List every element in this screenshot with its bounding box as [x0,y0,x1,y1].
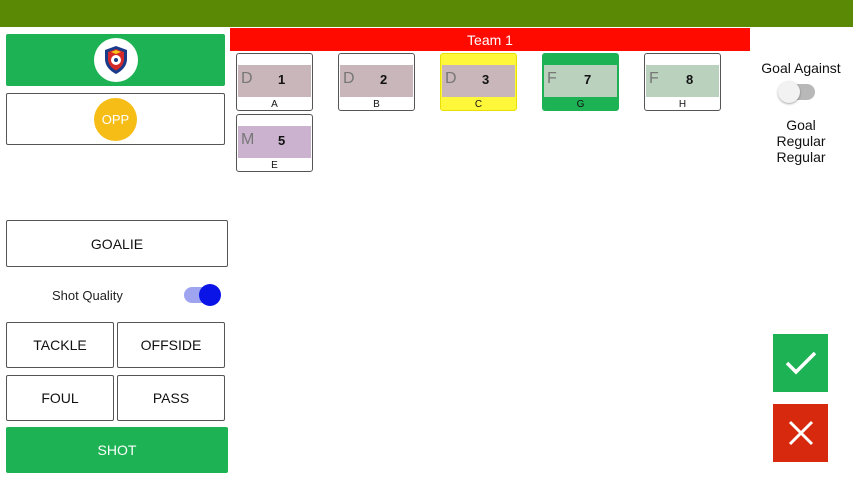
player-number: 5 [278,133,286,148]
player-letter: E [271,160,278,171]
player-position: D [445,70,457,87]
player-card-inner: D 1 [238,65,311,97]
shot-quality-toggle-knob [199,284,221,306]
top-bar [0,0,853,27]
confirm-button[interactable] [773,334,828,392]
player-number: 1 [278,72,286,87]
status-line-subtype: Regular [776,149,826,165]
player-card-inner: M 5 [238,126,311,158]
opponent-team-button[interactable]: OPP [6,93,225,145]
player-number: 7 [584,72,592,87]
player-position: F [649,70,659,87]
player-card[interactable]: D 1 A [236,53,313,111]
foul-button[interactable]: FOUL [6,375,114,421]
shot-quality-toggle[interactable] [184,284,221,306]
team-crest-icon [93,38,138,82]
goal-against-toggle[interactable] [778,81,815,103]
player-position: D [241,70,253,87]
goal-against-toggle-knob [778,81,800,103]
player-card-selected[interactable]: F 7 G [542,53,619,111]
player-position: M [241,131,255,148]
team-header: Team 1 [230,28,750,51]
shot-quality-label: Shot Quality [52,288,123,303]
close-icon [788,420,813,446]
player-letter: H [678,99,687,110]
player-card-inner: F 7 [544,65,617,97]
player-position: D [343,70,355,87]
player-number: 2 [380,72,388,87]
player-card[interactable]: D 2 B [338,53,415,111]
home-team-button[interactable] [6,34,225,86]
offside-button[interactable]: OFFSIDE [117,322,225,368]
player-card-inner: D 3 [442,65,515,97]
opponent-badge: OPP [94,97,137,141]
player-letter: B [373,99,380,110]
player-letter: C [474,99,483,110]
player-letter: A [271,99,278,110]
shot-button[interactable]: SHOT [6,427,228,473]
status-line-goal: Goal [786,117,816,133]
cancel-button[interactable] [773,404,828,462]
player-card[interactable]: M 5 E [236,114,313,172]
status-line-type: Regular [776,133,826,149]
player-card[interactable]: F 8 H [644,53,721,111]
goal-against-label: Goal Against [761,60,841,76]
player-number: 3 [482,72,490,87]
check-icon [785,351,816,375]
pass-button[interactable]: PASS [117,375,225,421]
player-letter: G [576,99,585,110]
player-card-inner: D 2 [340,65,413,97]
player-card-inner: F 8 [646,65,719,97]
player-number: 8 [686,72,694,87]
player-position: F [547,70,557,87]
tackle-button[interactable]: TACKLE [6,322,114,368]
goalie-button[interactable]: GOALIE [6,220,228,267]
player-card-selected[interactable]: D 3 C [440,53,517,111]
